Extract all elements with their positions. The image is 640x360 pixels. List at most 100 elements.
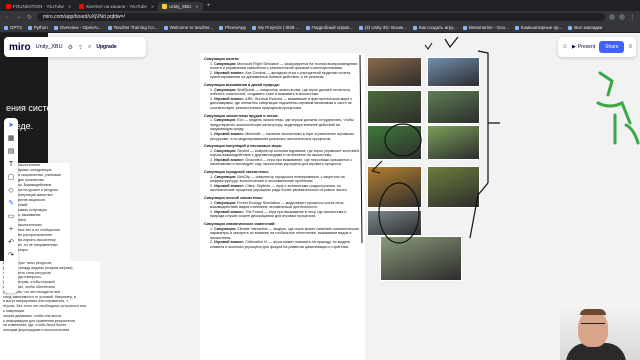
sticky-icon[interactable]: ▢	[8, 174, 15, 182]
fragment-line: ыпуск	[18, 248, 28, 252]
browser-tab[interactable]: FOUNDATION - YouTube ✕	[2, 2, 75, 11]
doc-item-label: Игровой аналог:	[214, 70, 245, 75]
shapes-icon[interactable]: ◇	[8, 187, 13, 195]
ark-screenshot[interactable]	[427, 90, 480, 124]
template-icon[interactable]: ▤	[8, 148, 15, 156]
url-input[interactable]: miro.com/app/board/uXjVNd pqfdw=/	[37, 13, 605, 21]
search-icon[interactable]: ⌕	[88, 44, 91, 51]
settings-icon[interactable]: ⚙	[68, 44, 73, 51]
miro-logo[interactable]: miro	[9, 42, 31, 53]
doc-section: Симуляция экосистемы прудов и лесов: 1. С…	[204, 114, 361, 142]
wolfquest-screenshot[interactable]	[367, 90, 422, 124]
doc-item: 1. Симуляция: Eco — модель экосистемы, г…	[210, 118, 354, 132]
doc-item: 2. Игровой аналог: Grounded — игра про в…	[210, 157, 352, 167]
upgrade-button[interactable]: Upgrade	[96, 44, 116, 50]
bookmark-label: Все закладки	[574, 25, 603, 30]
doc-item-label: Симуляция:	[214, 226, 237, 231]
ace-combat-screenshot[interactable]	[427, 57, 480, 87]
pen-icon[interactable]: ✎	[8, 200, 14, 208]
bookmark-label: Overview - OpenAI...	[59, 25, 102, 30]
bookmark-item[interactable]: Подробный справ...	[305, 25, 353, 30]
forward-icon[interactable]: →	[15, 14, 22, 20]
bookmark-icon	[358, 25, 363, 30]
doc-item: 2. Игровой аналог: ARK: Survival Evolved…	[210, 96, 353, 110]
miro-right-bar: ☺ ▶ Present Share ≡	[557, 37, 636, 57]
bookmark-item[interactable]: Overview - OpenAI...	[53, 25, 102, 30]
undo-icon[interactable]: ↶	[8, 239, 14, 247]
bookmark-item[interactable]: Metamarine - Goo...	[462, 25, 509, 30]
tab-label: FOUNDATION - YouTube	[13, 4, 65, 9]
bookmarks-bar: GPT3 Python Overview - OpenAI... Teacher Tr…	[0, 23, 640, 33]
doc-item: 2. Игровой аналог: Cities: Skylines — иг…	[210, 183, 348, 193]
doc-section: Симуляция городской экосистемы: 1. Симуля…	[204, 170, 361, 193]
bookmark-item[interactable]: Компьютерные пр...	[514, 25, 562, 30]
extension-icon[interactable]	[609, 14, 615, 20]
doc-item-label: Симуляция:	[214, 87, 237, 92]
simcity-screenshot[interactable]	[367, 210, 422, 236]
doc-item-label: Симуляция:	[214, 118, 237, 123]
redo-icon[interactable]: ↷	[8, 252, 14, 260]
bookmark-icon	[219, 25, 224, 30]
document-frame[interactable]: Симуляция полета: 1. Симуляция: Microsoft…	[200, 53, 365, 360]
comment-icon[interactable]: ▭	[8, 213, 15, 221]
more-icon[interactable]: +	[9, 226, 13, 234]
bookmark-icon	[163, 25, 168, 30]
eco-screenshot[interactable]	[367, 125, 422, 160]
doc-item: 1. Симуляция: Climate Interactive — моде…	[210, 226, 360, 240]
bookmark-item[interactable]: My Projects | SDB ...	[252, 25, 300, 30]
frame-icon[interactable]: ▦	[8, 135, 15, 143]
flight-sim-screenshot[interactable]	[367, 57, 422, 87]
miro-board[interactable]: ения системы. среде. экологическиарами, …	[0, 33, 640, 360]
bookmark-label: GPT3	[10, 25, 22, 30]
tools-icon[interactable]: ≡	[628, 44, 632, 50]
profile-icon[interactable]	[619, 14, 625, 20]
doc-item: 2. Игровой аналог: Civilization VI — игр…	[210, 240, 351, 249]
tab-label: Unity_XBU	[169, 4, 192, 9]
annotation-check	[444, 36, 459, 49]
simant-screenshot[interactable]	[367, 166, 422, 208]
bookmark-item[interactable]: Python	[27, 25, 48, 30]
close-tab-icon[interactable]: ✕	[195, 4, 198, 9]
bookmark-item[interactable]: Все закладки	[568, 25, 602, 30]
fragment-line: ляющим флуктуациям и экологическим	[3, 328, 70, 333]
browser-tab[interactable]: Контент на канале - YouTube ✕	[75, 2, 158, 11]
reload-icon[interactable]: ↻	[26, 14, 33, 21]
doc-item-label: Симуляция:	[214, 148, 237, 153]
bookmark-item[interactable]: GPT3	[4, 25, 22, 30]
collaborators-icon[interactable]: ☺	[562, 44, 568, 50]
bookmark-item[interactable]: Как создать игру...	[412, 25, 457, 30]
grounded-screenshot[interactable]	[427, 166, 480, 208]
close-tab-icon[interactable]: ✕	[68, 4, 71, 9]
doc-item-label: Симуляция:	[214, 174, 237, 179]
bookmark-icon	[252, 25, 257, 30]
doc-item-label: Игровой аналог:	[214, 157, 245, 162]
doc-item-label: Игровой аналог:	[214, 96, 245, 101]
close-tab-icon[interactable]: ✕	[151, 4, 154, 9]
browser-tab[interactable]: Unity_XBU ✕	[158, 2, 203, 11]
new-tab-button[interactable]: +	[203, 3, 215, 9]
export-icon[interactable]: ⇪	[78, 44, 83, 51]
doc-item: 1. Симуляция: SimCity — симулятор городс…	[210, 174, 345, 184]
doc-item: 1. Симуляция: Forest Ecology Simulation …	[210, 200, 345, 210]
bookmark-label: (2) Unity 2D: Вознк...	[364, 25, 407, 30]
bookmark-label: My Projects | SDB ...	[258, 25, 300, 30]
bookmark-item[interactable]: (2) Unity 2D: Вознк...	[358, 25, 407, 30]
bookmark-label: Metamarine - Goo...	[468, 25, 509, 30]
bookmark-item[interactable]: PhoneApp	[219, 25, 246, 30]
back-icon[interactable]: ←	[4, 14, 11, 20]
minecraft-screenshot[interactable]	[427, 125, 480, 160]
board-name[interactable]: Unity_XBU	[36, 44, 63, 50]
present-button[interactable]: ▶ Present	[572, 44, 595, 50]
bookmark-icon	[107, 25, 112, 30]
text-icon[interactable]: T	[9, 161, 13, 169]
cursor-icon[interactable]: ➤	[8, 122, 14, 130]
doc-item-label: Игровой аналог:	[214, 183, 245, 188]
doc-item-label: Игровой аналог:	[214, 131, 245, 136]
bookmark-item[interactable]: Teacher Training Co...	[107, 25, 158, 30]
bookmark-item[interactable]: Welcome to teacher...	[163, 25, 213, 30]
menu-icon[interactable]: ⋮	[629, 14, 636, 21]
miro-favicon-icon	[162, 4, 168, 9]
share-button[interactable]: Share	[599, 41, 625, 53]
cities-skylines-screenshot[interactable]	[380, 236, 462, 281]
doc-item: 1. Симуляция: Microsoft Flight Simulator…	[210, 61, 358, 71]
